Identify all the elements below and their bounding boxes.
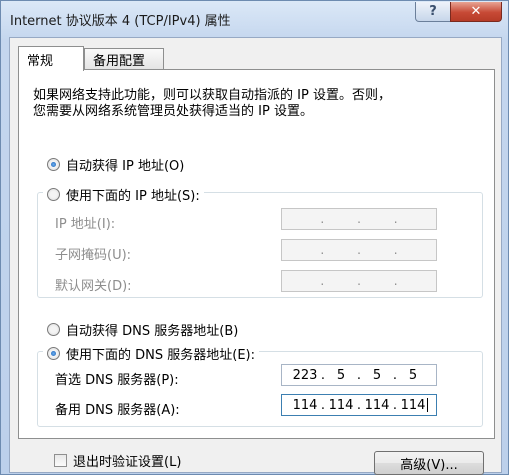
tab-alternate-label: 备用配置 — [93, 54, 146, 69]
dialog-window: Internet 协议版本 4 (TCP/IPv4) 属性 ? ✕ 常规 备用配… — [0, 0, 509, 475]
validate-checkbox[interactable] — [54, 454, 67, 467]
dialog-client: 常规 备用配置 如果网络支持此功能，则可以获取自动指派的 IP 设置。否则， 您… — [9, 37, 502, 475]
ip-manual-label: 使用下面的 IP 地址(S): — [66, 189, 200, 204]
alternate-dns-octet-4: 114 — [400, 397, 426, 413]
ip-auto-radio-row[interactable]: 自动获得 IP 地址(O) — [47, 155, 184, 174]
alternate-dns-label: 备用 DNS 服务器(A): — [55, 403, 180, 418]
preferred-dns-label: 首选 DNS 服务器(P): — [55, 373, 179, 388]
tab-general[interactable]: 常规 — [18, 46, 84, 71]
preferred-dns-input[interactable]: 223. 5. 5. 5 — [281, 364, 437, 386]
subnet-mask-label: 子网掩码(U): — [55, 248, 132, 263]
help-button[interactable]: ? — [415, 2, 451, 22]
dns-manual-radio-row[interactable]: 使用下面的 DNS 服务器地址(E): — [43, 344, 259, 363]
description-line-1: 如果网络支持此功能，则可以获取自动指派的 IP 设置。否则， — [33, 88, 391, 103]
ip-address-label: IP 地址(I): — [55, 217, 116, 232]
ip-manual-radio[interactable] — [47, 188, 60, 201]
preferred-dns-octet-4: 5 — [408, 367, 418, 383]
tab-alternate-config[interactable]: 备用配置 — [84, 48, 164, 70]
close-button[interactable]: ✕ — [450, 2, 502, 22]
preferred-dns-octet-3: 5 — [372, 367, 382, 383]
tab-general-label: 常规 — [27, 53, 54, 69]
default-gateway-input[interactable]: ... — [281, 270, 437, 292]
preferred-dns-octet-2: 5 — [336, 367, 346, 383]
ip-auto-label: 自动获得 IP 地址(O) — [66, 159, 185, 174]
ip-address-input[interactable]: ... — [281, 208, 437, 230]
validate-label: 退出时验证设置(L) — [73, 455, 182, 470]
subnet-mask-input[interactable]: ... — [281, 239, 437, 261]
ip-manual-radio-row[interactable]: 使用下面的 IP 地址(S): — [43, 185, 204, 204]
text-caret — [427, 398, 428, 412]
alternate-dns-octet-2: 114 — [328, 397, 354, 413]
alternate-dns-octet-3: 114 — [364, 397, 390, 413]
dns-manual-radio[interactable] — [47, 347, 60, 360]
alternate-dns-octet-1: 114 — [292, 397, 318, 413]
ip-auto-radio[interactable] — [47, 158, 60, 171]
advanced-button[interactable]: 高级(V)... — [374, 451, 484, 475]
description-text: 如果网络支持此功能，则可以获取自动指派的 IP 设置。否则， 您需要从网络系统管… — [33, 88, 483, 120]
preferred-dns-octet-1: 223 — [292, 367, 318, 383]
description-line-2: 您需要从网络系统管理员处获得适当的 IP 设置。 — [33, 104, 313, 119]
general-panel: 如果网络支持此功能，则可以获取自动指派的 IP 设置。否则， 您需要从网络系统管… — [18, 69, 495, 439]
default-gateway-label: 默认网关(D): — [55, 279, 132, 294]
dns-auto-radio[interactable] — [47, 323, 60, 336]
dns-auto-label: 自动获得 DNS 服务器地址(B) — [66, 324, 239, 339]
dns-auto-radio-row[interactable]: 自动获得 DNS 服务器地址(B) — [47, 320, 238, 339]
alternate-dns-input[interactable]: 114. 114. 114. 114 — [281, 394, 437, 416]
title-bar[interactable]: Internet 协议版本 4 (TCP/IPv4) 属性 ? ✕ — [1, 1, 508, 37]
window-title: Internet 协议版本 4 (TCP/IPv4) 属性 — [10, 14, 231, 29]
dns-manual-label: 使用下面的 DNS 服务器地址(E): — [66, 348, 255, 363]
close-icon: ✕ — [470, 4, 482, 19]
validate-checkbox-row[interactable]: 退出时验证设置(L) — [54, 451, 181, 470]
